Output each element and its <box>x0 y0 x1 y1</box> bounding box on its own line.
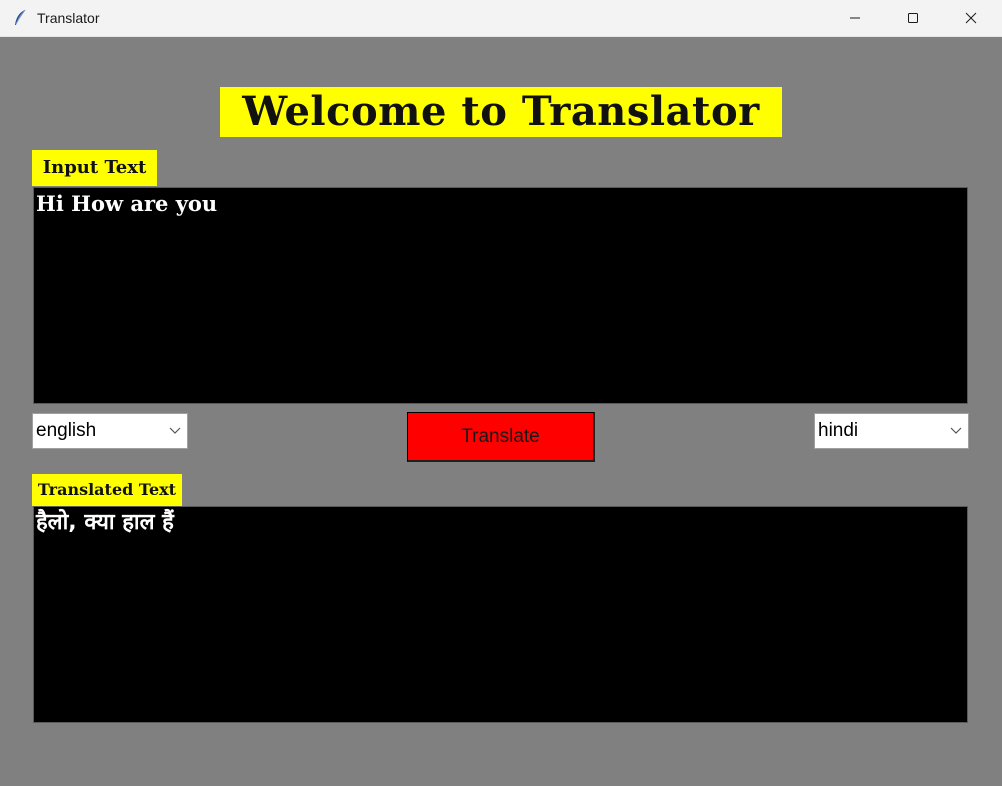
app-window: Translator Welcome to Translator Input T… <box>0 0 1002 786</box>
page-title: Welcome to Translator <box>220 87 782 137</box>
maximize-button[interactable] <box>884 0 942 36</box>
source-language-value: english <box>36 420 97 441</box>
chevron-down-icon <box>950 427 962 434</box>
window-title: Translator <box>37 10 100 26</box>
translated-text-label: Translated Text <box>32 474 182 506</box>
main-content: Welcome to Translator Input Text Hi How … <box>0 37 1002 786</box>
source-language-select[interactable]: english <box>32 413 188 449</box>
output-textbox[interactable]: हैलो, क्या हाल हैं <box>33 506 968 723</box>
minimize-icon <box>850 17 860 19</box>
title-bar[interactable]: Translator <box>0 0 1002 37</box>
minimize-button[interactable] <box>826 0 884 36</box>
input-text-label: Input Text <box>32 150 157 186</box>
target-language-value: hindi <box>818 420 859 441</box>
maximize-icon <box>908 13 918 23</box>
translate-button[interactable]: Translate <box>407 412 595 462</box>
close-button[interactable] <box>942 0 1000 36</box>
feather-icon <box>15 9 26 25</box>
close-icon <box>965 12 977 24</box>
target-language-select[interactable]: hindi <box>814 413 969 449</box>
input-textbox[interactable]: Hi How are you <box>33 187 968 404</box>
chevron-down-icon <box>169 427 181 434</box>
